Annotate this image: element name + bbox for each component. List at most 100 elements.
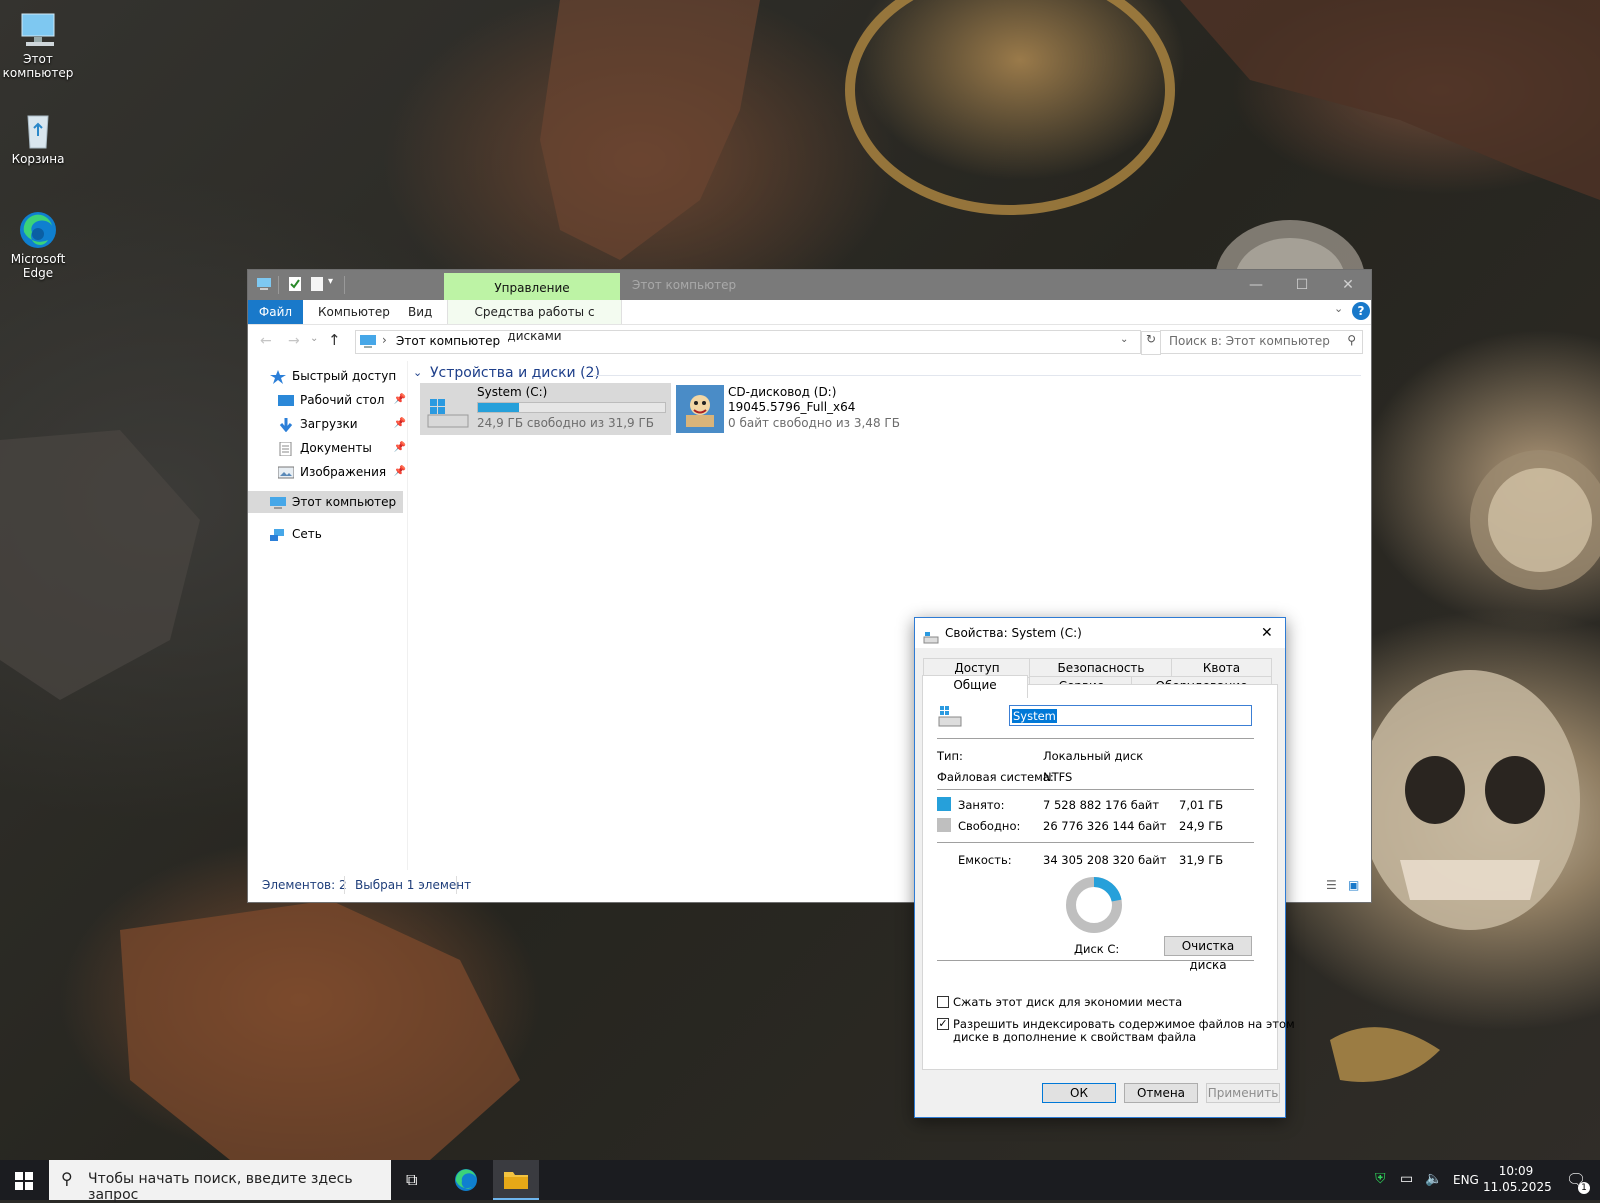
- address-dropdown-icon[interactable]: ⌄: [1120, 334, 1128, 345]
- task-view-icon[interactable]: ⧉: [406, 1170, 417, 1190]
- group-header[interactable]: Устройства и диски (2): [430, 365, 600, 381]
- clock[interactable]: 10:09 11.05.2025: [1483, 1163, 1552, 1195]
- drive-small-icon: [923, 626, 939, 656]
- clock-date: 11.05.2025: [1483, 1180, 1552, 1194]
- nav-quick-access[interactable]: Быстрый доступ: [270, 365, 396, 387]
- nav-label: Сеть: [292, 527, 322, 541]
- used-label: Занято:: [958, 798, 1005, 812]
- nav-documents[interactable]: Документы 📌: [278, 437, 406, 459]
- tab-file[interactable]: Файл: [248, 300, 303, 324]
- index-checkbox[interactable]: ✓: [937, 1018, 949, 1030]
- tab-view[interactable]: Вид: [408, 300, 432, 324]
- nav-label: Загрузки: [300, 417, 358, 431]
- search-placeholder: Поиск в: Этот компьютер: [1169, 334, 1330, 348]
- new-folder-quick-icon[interactable]: [310, 276, 324, 294]
- disk-cleanup-button[interactable]: Очистка диска: [1164, 936, 1252, 972]
- drive-c-tile[interactable]: System (C:) 24,9 ГБ свободно из 31,9 ГБ: [420, 383, 671, 435]
- apply-button[interactable]: Применить: [1206, 1083, 1280, 1103]
- tab-security[interactable]: Безопасность: [1029, 658, 1173, 678]
- forward-arrow-icon[interactable]: →: [288, 333, 300, 349]
- back-arrow-icon[interactable]: ←: [260, 333, 272, 349]
- nav-downloads[interactable]: Загрузки 📌: [278, 413, 406, 435]
- network-tray-icon[interactable]: ▭: [1400, 1171, 1413, 1187]
- ribbon-tabs: Файл Компьютер Вид Средства работы с дис…: [248, 300, 1371, 343]
- drive-c-usage-bar: [477, 402, 666, 413]
- group-collapse-icon[interactable]: ⌄: [413, 366, 422, 379]
- download-arrow-icon: [278, 417, 294, 433]
- explorer-titlebar[interactable]: ▾ Управление Этот компьютер — ☐ ✕: [248, 270, 1371, 300]
- breadcrumb-separator-icon: ›: [382, 333, 387, 347]
- breadcrumb-this-pc[interactable]: Этот компьютер: [396, 334, 500, 348]
- used-bytes: 7 528 882 176 байт: [1043, 798, 1160, 812]
- customize-quick-access-icon[interactable]: ▾: [328, 276, 333, 294]
- desktop-icon-label: Этот компьютер: [2, 52, 74, 80]
- navigation-pane: Быстрый доступ Рабочий стол 📌 Загрузки 📌…: [248, 361, 408, 870]
- tab-disk-tools[interactable]: Средства работы с дисками: [447, 300, 622, 343]
- recent-locations-icon[interactable]: ⌄: [310, 333, 318, 344]
- free-label: Свободно:: [958, 819, 1021, 833]
- dialog-title: Свойства: System (C:): [945, 626, 1082, 640]
- pin-icon: 📌: [393, 394, 406, 405]
- pictures-icon: [277, 465, 295, 479]
- cancel-button[interactable]: Отмена: [1124, 1083, 1198, 1103]
- tab-general[interactable]: Общие: [922, 675, 1028, 698]
- help-icon[interactable]: ?: [1352, 302, 1370, 320]
- drive-d-label: 19045.5796_Full_x64: [728, 400, 856, 414]
- nav-label: Документы: [300, 441, 372, 455]
- folder-icon: [504, 1172, 528, 1189]
- search-icon: ⚲: [1347, 333, 1356, 347]
- taskbar-edge-icon[interactable]: [454, 1168, 478, 1195]
- start-button[interactable]: [15, 1172, 33, 1193]
- refresh-icon[interactable]: ↻: [1141, 331, 1161, 355]
- type-label: Тип:: [937, 749, 963, 763]
- compress-checkbox[interactable]: [937, 996, 949, 1008]
- address-bar[interactable]: › Этот компьютер ⌄: [355, 330, 1141, 354]
- defender-shield-icon[interactable]: ⛨: [1375, 1171, 1386, 1187]
- nav-label: Этот компьютер: [292, 495, 397, 509]
- window-title: Этот компьютер: [632, 278, 737, 292]
- nav-desktop[interactable]: Рабочий стол 📌: [278, 389, 406, 411]
- desktop-icon-edge[interactable]: Microsoft Edge: [0, 210, 76, 280]
- large-icons-view-icon[interactable]: ▣: [1348, 878, 1359, 892]
- group-divider: [588, 375, 1361, 376]
- drive-c-free-text: 24,9 ГБ свободно из 31,9 ГБ: [477, 416, 655, 430]
- nav-pictures[interactable]: Изображения 📌: [277, 461, 406, 483]
- tab-quota[interactable]: Квота: [1171, 658, 1272, 678]
- system-drive-icon: [424, 393, 472, 436]
- free-bytes: 26 776 326 144 байт: [1043, 819, 1167, 833]
- computer-crumb-icon: [359, 334, 377, 352]
- free-space-swatch: [937, 818, 951, 832]
- taskbar-explorer-button[interactable]: [493, 1160, 539, 1200]
- desktop-icon-recycle-bin[interactable]: Корзина: [0, 110, 76, 166]
- close-button[interactable]: ✕: [1325, 270, 1371, 300]
- up-arrow-icon[interactable]: ↑: [328, 331, 341, 349]
- tab-computer[interactable]: Компьютер: [318, 300, 390, 324]
- maximize-button[interactable]: ☐: [1279, 270, 1325, 300]
- drive-d-tile[interactable]: CD-дисковод (D:) 19045.5796_Full_x64 0 б…: [674, 383, 904, 435]
- desktop-icon-label: Microsoft Edge: [10, 252, 66, 280]
- index-label-line1: Разрешить индексировать содержимое файло…: [953, 1017, 1295, 1031]
- ok-button[interactable]: ОК: [1042, 1083, 1116, 1103]
- details-view-icon[interactable]: ☰: [1326, 878, 1337, 892]
- dialog-titlebar[interactable]: Свойства: System (C:) ✕: [915, 618, 1285, 648]
- nav-this-pc[interactable]: Этот компьютер: [248, 491, 403, 513]
- dialog-close-button[interactable]: ✕: [1261, 618, 1273, 648]
- desktop-icon-this-pc[interactable]: Этот компьютер: [0, 10, 76, 80]
- disk-usage-donut: [1066, 877, 1122, 933]
- taskbar: ⚲ Чтобы начать поиск, введите здесь запр…: [0, 1160, 1600, 1203]
- taskbar-search-box[interactable]: ⚲ Чтобы начать поиск, введите здесь запр…: [49, 1160, 391, 1203]
- volume-icon[interactable]: 🔈: [1425, 1171, 1442, 1187]
- minimize-button[interactable]: —: [1233, 270, 1279, 300]
- properties-quick-icon[interactable]: [288, 276, 302, 294]
- nav-network[interactable]: Сеть: [270, 523, 322, 545]
- drive-d-free-text: 0 байт свободно из 3,48 ГБ: [728, 416, 900, 430]
- index-label-line2: диске в дополнение к свойствам файла: [953, 1030, 1197, 1044]
- desktop-folder-icon: [278, 393, 294, 407]
- ribbon-expand-icon[interactable]: ⌄: [1334, 302, 1343, 315]
- volume-name-input[interactable]: System: [1009, 705, 1252, 726]
- language-indicator[interactable]: ENG: [1453, 1173, 1479, 1187]
- address-row: ← → ⌄ ↑ › Этот компьютер ⌄ ↻ Поиск в: Эт…: [248, 325, 1371, 361]
- tab-manage[interactable]: Управление: [444, 273, 620, 300]
- nav-label: Изображения: [300, 465, 387, 479]
- search-input[interactable]: Поиск в: Этот компьютер ⚲: [1160, 330, 1363, 354]
